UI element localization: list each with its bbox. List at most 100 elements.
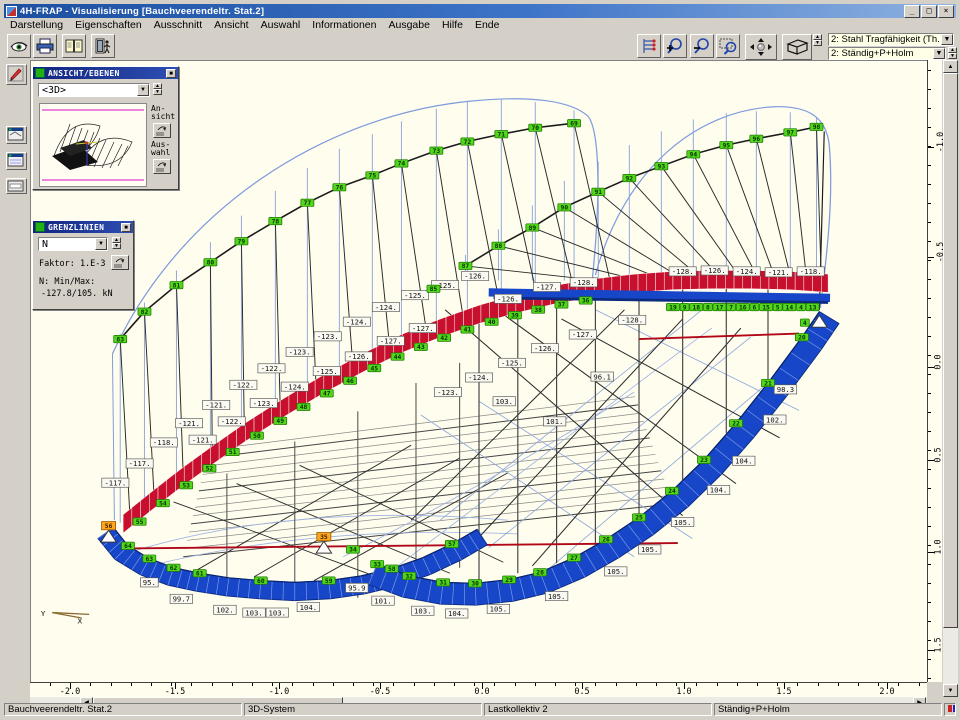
svg-text:54: 54 — [159, 501, 167, 508]
svg-text:90: 90 — [561, 205, 569, 212]
svg-text:103.: 103. — [269, 609, 286, 618]
svg-text:98.3: 98.3 — [777, 385, 794, 394]
view-panel[interactable]: ANSICHT/EBENEN ■ <3D> ▼ ▲▼ An-sicht Aus- — [32, 66, 179, 190]
minimize-button[interactable]: _ — [904, 5, 920, 18]
svg-text:23: 23 — [700, 457, 708, 464]
pan-control[interactable] — [745, 34, 777, 60]
svg-text:-127.: -127. — [412, 324, 434, 333]
h-ruler-label: -2.0 — [60, 687, 80, 697]
svg-text:-125.: -125. — [316, 367, 338, 376]
exit-button[interactable] — [91, 34, 115, 58]
menu-auswahl[interactable]: Auswahl — [255, 19, 307, 31]
svg-text:28: 28 — [536, 570, 544, 577]
svg-text:-126.: -126. — [464, 272, 486, 281]
svg-text:5: 5 — [776, 304, 780, 311]
h-ruler-label: -1.0 — [269, 687, 289, 697]
panel-shortcut-view[interactable] — [6, 126, 27, 144]
zoom-window-icon — [718, 36, 738, 56]
menu-eigenschaften[interactable]: Eigenschaften — [69, 19, 148, 31]
svg-text:60: 60 — [257, 578, 265, 585]
menu-darstellung[interactable]: Darstellung — [4, 19, 69, 31]
loadcase-combo[interactable]: 2: Ständig+P+Holm ▼ — [828, 47, 946, 60]
analysis-combo-dropdown-icon[interactable]: ▼ — [941, 34, 953, 45]
view-panel-close-icon[interactable]: ■ — [166, 69, 176, 78]
scroll-up-button[interactable]: ▲ — [943, 60, 958, 73]
svg-text:-124.: -124. — [468, 373, 490, 382]
vertical-scroll-thumb[interactable] — [943, 73, 958, 628]
view-eye-button[interactable] — [7, 34, 31, 58]
view-panel-titlebar[interactable]: ANSICHT/EBENEN ■ — [33, 67, 178, 79]
view-3d-button[interactable] — [782, 34, 812, 60]
svg-text:-126.: -126. — [534, 344, 556, 353]
status-bar: Bauchveerendeltr. Stat.2 3D-System Lastk… — [4, 703, 956, 716]
display-options-button[interactable] — [637, 34, 661, 58]
title-bar[interactable]: 4H-FRAP - Visualisierung [Bauchveerendel… — [4, 4, 956, 18]
auswahl-apply-button[interactable] — [153, 159, 171, 174]
svg-text:-127.: -127. — [380, 337, 402, 346]
svg-text:26: 26 — [602, 537, 610, 544]
svg-text:7: 7 — [729, 304, 733, 311]
view-selector-combo[interactable]: <3D> — [38, 83, 150, 97]
menu-ansicht[interactable]: Ansicht — [208, 19, 254, 31]
svg-text:43: 43 — [417, 344, 425, 351]
svg-text:91: 91 — [595, 189, 603, 196]
limits-panel-title: GRENZLINIEN — [48, 223, 104, 232]
view-selector-spinner[interactable]: ▲▼ — [153, 83, 162, 95]
toolbar: ▲▼ 2: Stahl Tragfähigkeit (Th. 2. O ▼ 2:… — [4, 32, 956, 60]
svg-text:83: 83 — [116, 337, 124, 344]
view-3d-spinner[interactable]: ▲▼ — [813, 34, 822, 46]
zoom-in-button[interactable] — [663, 34, 687, 58]
pencil-icon — [7, 65, 24, 82]
h-ruler-label: 0.5 — [574, 687, 589, 697]
ansicht-apply-button[interactable] — [153, 123, 171, 138]
limits-panel[interactable]: GRENZLINIEN ■ N ▼ ▲▼ Faktor: 1.E-3 N: Mi… — [32, 220, 134, 310]
result-combo-dropdown-icon[interactable]: ▼ — [95, 238, 107, 250]
edit-mode-button[interactable] — [6, 64, 27, 85]
menu-hilfe[interactable]: Hilfe — [436, 19, 469, 31]
zoom-out-button[interactable] — [690, 34, 714, 58]
view-selector-dropdown-icon[interactable]: ▼ — [137, 84, 149, 96]
limits-panel-close-icon[interactable]: ■ — [121, 223, 131, 232]
vertical-scrollbar[interactable]: ▲ ▼ — [943, 60, 958, 697]
book-icon — [64, 36, 84, 56]
svg-text:-124.: -124. — [284, 383, 306, 392]
svg-text:95.: 95. — [143, 578, 156, 587]
menu-ausgabe[interactable]: Ausgabe — [383, 19, 436, 31]
scroll-down-button[interactable]: ▼ — [943, 684, 958, 697]
print-button[interactable] — [33, 34, 57, 58]
close-button[interactable]: × — [938, 5, 954, 18]
svg-text:37: 37 — [558, 302, 566, 309]
svg-text:101.: 101. — [374, 597, 391, 606]
svg-text:99.7: 99.7 — [173, 595, 190, 604]
panel-shortcut-misc[interactable] — [6, 178, 27, 194]
loadcase-spinner[interactable]: ▲▼ — [948, 47, 957, 59]
horizontal-ruler: -2.0-1.5-1.0-0.50.00.51.01.52.0 — [30, 682, 927, 697]
maximize-button[interactable]: □ — [921, 5, 937, 18]
loadcase-combo-dropdown-icon[interactable]: ▼ — [933, 48, 945, 59]
svg-text:25: 25 — [635, 515, 643, 522]
view-preview-thumbnail[interactable] — [39, 103, 147, 187]
svg-text:93: 93 — [658, 164, 666, 171]
status-system: 3D-System — [244, 703, 482, 716]
faktor-edit-button[interactable] — [111, 255, 129, 270]
menu-ausschnitt[interactable]: Ausschnitt — [148, 19, 208, 31]
svg-text:87: 87 — [462, 263, 470, 270]
analysis-combo[interactable]: 2: Stahl Tragfähigkeit (Th. 2. O ▼ — [828, 33, 954, 46]
panel-shortcut-limits[interactable] — [6, 152, 27, 170]
panel-icon — [35, 222, 45, 232]
menu-ende[interactable]: Ende — [469, 19, 506, 31]
svg-text:-128.: -128. — [672, 267, 694, 276]
result-combo-spinner[interactable]: ▲▼ — [112, 237, 121, 249]
svg-text:9: 9 — [683, 304, 687, 311]
report-button[interactable] — [62, 34, 86, 58]
menu-informationen[interactable]: Informationen — [306, 19, 382, 31]
svg-text:80: 80 — [207, 260, 215, 267]
svg-text:104.: 104. — [735, 457, 752, 466]
zoom-window-button[interactable] — [716, 34, 740, 58]
limits-panel-titlebar[interactable]: GRENZLINIEN ■ — [33, 221, 133, 233]
zoom-out-icon — [692, 36, 712, 56]
svg-text:36: 36 — [582, 298, 590, 305]
svg-text:104.: 104. — [300, 603, 317, 612]
svg-text:13: 13 — [809, 304, 817, 311]
mini-window-icon — [7, 127, 24, 141]
